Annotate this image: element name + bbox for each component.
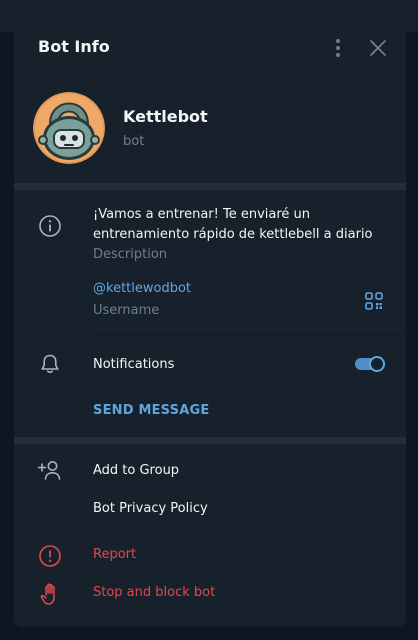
- close-button[interactable]: [368, 38, 388, 58]
- description-label: Description: [93, 247, 168, 262]
- bot-info-panel: Bot Info Kettlebot bot ¡Vamos a entrenar…: [14, 19, 406, 627]
- panel-header: Bot Info: [14, 19, 406, 75]
- report-icon: [38, 544, 62, 572]
- send-message-button[interactable]: SEND MESSAGE: [93, 403, 209, 418]
- stop-hand-icon: [40, 582, 62, 610]
- bot-name: Kettlebot: [123, 107, 208, 126]
- kettlebell-robot-avatar-icon: [33, 92, 105, 164]
- add-user-icon: [37, 459, 63, 487]
- bot-username[interactable]: @kettlewodbot: [93, 281, 191, 296]
- bot-avatar[interactable]: [33, 92, 105, 164]
- more-options-button[interactable]: [328, 37, 348, 59]
- section-separator: [14, 183, 406, 190]
- row-divider: [93, 334, 406, 335]
- qr-code-icon[interactable]: [365, 292, 383, 314]
- report-button[interactable]: Report: [93, 547, 136, 562]
- more-vertical-icon: [336, 39, 340, 57]
- add-to-group-button[interactable]: Add to Group: [93, 463, 179, 478]
- info-icon: [38, 214, 62, 242]
- close-icon: [370, 40, 386, 56]
- bell-icon: [39, 353, 61, 379]
- section-separator: [14, 437, 406, 444]
- notifications-label: Notifications: [93, 357, 175, 372]
- notifications-toggle[interactable]: [355, 356, 385, 372]
- panel-title: Bot Info: [38, 37, 110, 56]
- username-label: Username: [93, 303, 160, 318]
- bot-privacy-policy-link[interactable]: Bot Privacy Policy: [93, 501, 208, 516]
- stop-and-block-bot-button[interactable]: Stop and block bot: [93, 585, 215, 600]
- bot-description: ¡Vamos a entrenar! Te enviaré un entrena…: [93, 207, 373, 242]
- bot-type-label: bot: [123, 134, 145, 149]
